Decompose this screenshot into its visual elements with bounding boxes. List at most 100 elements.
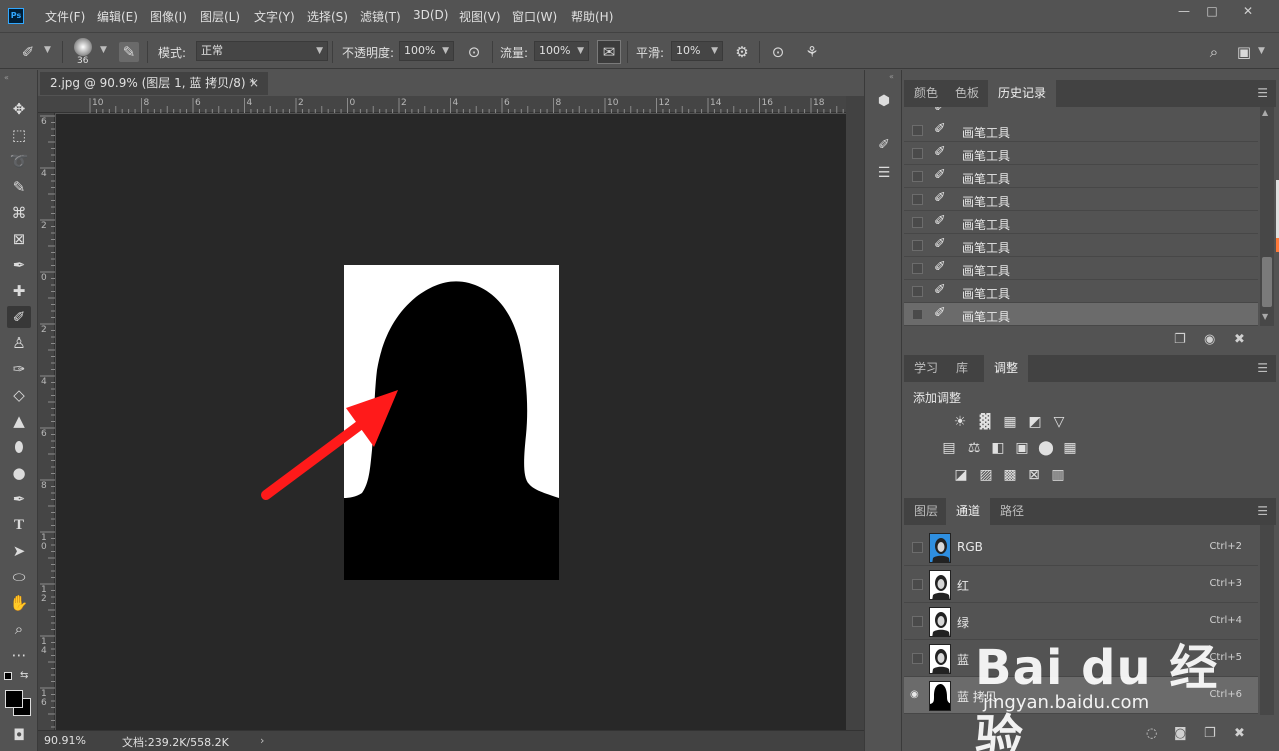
history-item[interactable]: ✐ 画笔工具 xyxy=(904,119,1258,142)
photo-filter-icon[interactable]: ▣ xyxy=(1013,439,1031,457)
eyedropper-tool-icon[interactable]: ✒ xyxy=(7,254,31,276)
eraser-tool-icon[interactable]: ◇ xyxy=(7,384,31,406)
dodge-tool-icon[interactable]: ● xyxy=(7,462,31,484)
trash-icon[interactable]: ✖ xyxy=(1234,332,1245,347)
tab-libraries[interactable]: 库 xyxy=(946,355,978,382)
mode-select[interactable]: 正常 ▼ xyxy=(196,41,328,61)
quick-mask-icon[interactable]: ◘ xyxy=(7,724,31,746)
visibility-toggle[interactable] xyxy=(912,653,923,664)
history-item[interactable]: ✐ 画笔工具 xyxy=(904,165,1258,188)
history-item[interactable]: ✐ 画笔工具 xyxy=(904,234,1258,257)
menu-filter[interactable]: 滤镜(T) xyxy=(360,8,401,25)
tab-color[interactable]: 颜色 xyxy=(904,80,948,107)
history-item[interactable]: ✐ 画笔工具 xyxy=(904,280,1258,303)
scroll-thumb[interactable] xyxy=(1262,257,1272,307)
frame-tool-icon[interactable]: ⊠ xyxy=(7,228,31,250)
history-snapshot-checkbox[interactable] xyxy=(912,240,923,251)
history-snapshot-checkbox[interactable] xyxy=(912,148,923,159)
history-scrollbar[interactable]: ▲ ▼ xyxy=(1260,107,1274,326)
healing-brush-tool-icon[interactable]: ✚ xyxy=(7,280,31,302)
pressure-opacity-icon[interactable]: ⊙ xyxy=(464,42,484,62)
flow-input[interactable]: 100% ▼ xyxy=(534,41,589,61)
maximize-icon[interactable]: □ xyxy=(1198,2,1226,20)
more-tools-icon[interactable]: ⋯ xyxy=(7,644,31,666)
history-snapshot-checkbox[interactable] xyxy=(912,286,923,297)
color-lookup-icon[interactable]: ▦ xyxy=(1061,439,1079,457)
airbrush-icon[interactable]: ✉ xyxy=(597,40,621,64)
type-tool-icon[interactable]: T xyxy=(7,514,31,536)
marquee-tool-icon[interactable]: ⬚ xyxy=(7,124,31,146)
menu-select[interactable]: 选择(S) xyxy=(307,8,348,25)
pen-tool-icon[interactable]: ✒ xyxy=(7,488,31,510)
brush-tool-preset-icon[interactable]: ✐ xyxy=(18,42,38,62)
tab-adjustments[interactable]: 调整 xyxy=(984,355,1029,382)
history-item[interactable]: ✐ 画笔工具 xyxy=(904,188,1258,211)
status-menu-chevron-icon[interactable]: › xyxy=(260,734,264,747)
default-colors-icon[interactable] xyxy=(4,672,12,680)
menu-edit[interactable]: 编辑(E) xyxy=(97,8,138,25)
camera-snapshot-icon[interactable]: ◉ xyxy=(1204,332,1215,347)
visibility-toggle[interactable] xyxy=(912,542,923,553)
history-snapshot-checkbox[interactable] xyxy=(912,217,923,228)
collapse-arrows-icon[interactable]: « xyxy=(889,72,894,81)
opacity-input[interactable]: 100% ▼ xyxy=(399,41,454,61)
pressure-size-icon[interactable]: ⊙ xyxy=(768,42,788,62)
panel-menu-icon[interactable]: ☰ xyxy=(1257,86,1268,100)
history-item[interactable]: ✐ 画笔工具 xyxy=(904,303,1258,326)
foreground-color-swatch[interactable] xyxy=(5,690,23,708)
gradient-map-icon[interactable]: ▥ xyxy=(1049,466,1067,484)
channel-row[interactable]: RGB Ctrl+2 xyxy=(904,529,1258,566)
hue-saturation-icon[interactable]: ▤ xyxy=(940,439,958,457)
brush-presets-icon[interactable]: ✐ xyxy=(873,134,895,156)
invert-icon[interactable]: ◪ xyxy=(952,466,970,484)
menu-window[interactable]: 窗口(W) xyxy=(512,8,557,25)
tab-paths[interactable]: 路径 xyxy=(990,498,1034,525)
close-icon[interactable]: ✕ xyxy=(1234,2,1262,20)
channel-mixer-icon[interactable]: ⬤ xyxy=(1037,439,1055,457)
zoom-tool-icon[interactable]: ⌕ xyxy=(7,618,31,640)
document-vertical-scrollbar[interactable] xyxy=(846,96,864,730)
brush-tip-preview-icon[interactable] xyxy=(74,38,92,56)
history-item[interactable]: ✐ 画笔工具 xyxy=(904,211,1258,234)
levels-icon[interactable]: ▓ xyxy=(976,413,994,431)
color-balance-icon[interactable]: ⚖ xyxy=(965,439,983,457)
tab-swatches[interactable]: 色板 xyxy=(945,80,989,107)
eye-icon[interactable]: ◉ xyxy=(910,689,922,701)
threshold-icon[interactable]: ▩ xyxy=(1001,466,1019,484)
tab-channels[interactable]: 通道 xyxy=(946,498,991,525)
brush-tool-icon[interactable]: ✐ xyxy=(7,306,31,328)
brightness-contrast-icon[interactable]: ☀ xyxy=(951,413,969,431)
panel-menu-icon[interactable]: ☰ xyxy=(1257,361,1268,375)
history-item[interactable]: ✐ 画笔工具 xyxy=(904,257,1258,280)
zoom-level[interactable]: 90.91% xyxy=(44,734,86,747)
visibility-toggle[interactable] xyxy=(912,616,923,627)
menu-view[interactable]: 视图(V) xyxy=(459,8,501,25)
curves-icon[interactable]: ▦ xyxy=(1001,413,1019,431)
swap-colors-icon[interactable]: ⇆ xyxy=(20,670,28,681)
quick-select-tool-icon[interactable]: ✎ xyxy=(7,176,31,198)
lasso-tool-icon[interactable]: ➰ xyxy=(7,150,31,172)
collapse-arrows-icon[interactable]: « xyxy=(4,73,9,82)
menu-type[interactable]: 文字(Y) xyxy=(254,8,295,25)
search-icon[interactable]: ⌕ xyxy=(1204,42,1224,62)
chevron-down-icon[interactable]: ▼ xyxy=(44,45,51,55)
document-tab[interactable]: 2.jpg @ 90.9% (图层 1, 蓝 拷贝/8) * × xyxy=(40,72,268,95)
posterize-icon[interactable]: ▨ xyxy=(977,466,995,484)
workspace-chevron-icon[interactable]: ▼ xyxy=(1258,46,1265,56)
menu-file[interactable]: 文件(F) xyxy=(45,8,85,25)
new-document-from-state-icon[interactable]: ❐ xyxy=(1174,332,1186,347)
clone-stamp-tool-icon[interactable]: ♙ xyxy=(7,332,31,354)
history-snapshot-checkbox[interactable] xyxy=(912,194,923,205)
smoothing-settings-gear-icon[interactable]: ⚙ xyxy=(732,42,752,62)
menu-layer[interactable]: 图层(L) xyxy=(200,8,240,25)
history-snapshot-checkbox[interactable] xyxy=(912,125,923,136)
path-select-tool-icon[interactable]: ➤ xyxy=(7,540,31,562)
history-snapshot-checkbox[interactable] xyxy=(912,171,923,182)
panel-menu-icon[interactable]: ☰ xyxy=(1257,504,1268,518)
history-brush-tool-icon[interactable]: ✑ xyxy=(7,358,31,380)
paint-bucket-tool-icon[interactable]: ▲ xyxy=(7,410,31,432)
crop-tool-icon[interactable]: ⌘ xyxy=(7,202,31,224)
history-snapshot-checkbox[interactable] xyxy=(912,263,923,274)
menu-3d[interactable]: 3D(D) xyxy=(413,8,448,22)
menu-help[interactable]: 帮助(H) xyxy=(571,8,613,25)
